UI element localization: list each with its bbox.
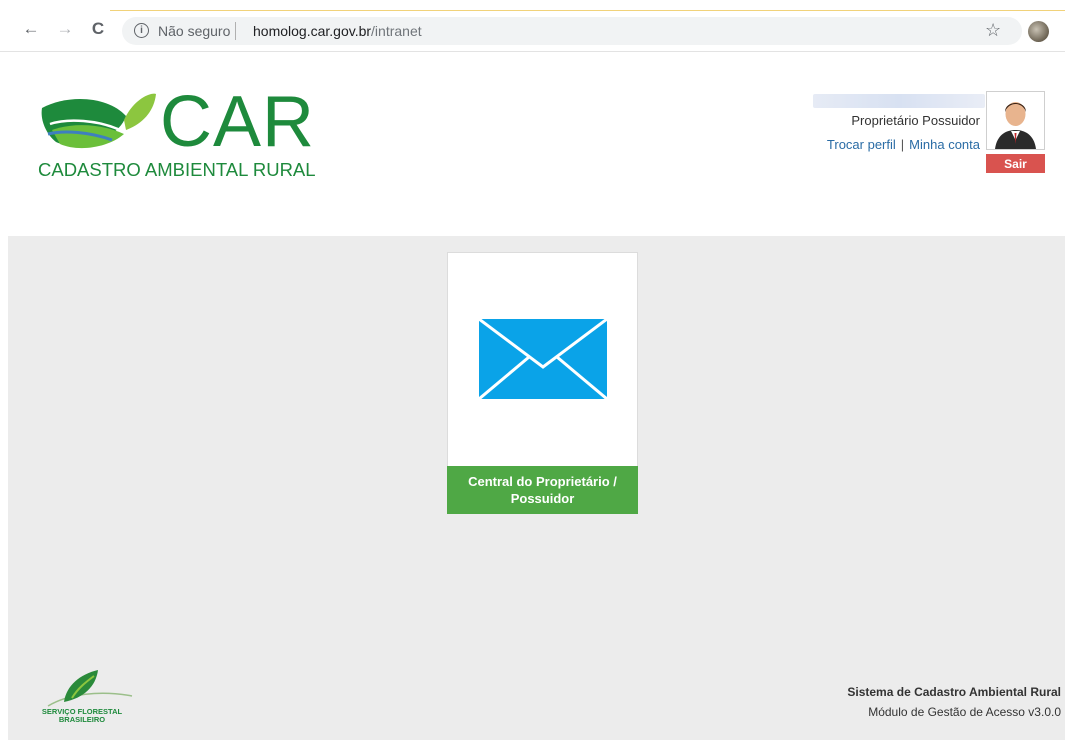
system-name: Sistema de Cadastro Ambiental Rural <box>847 685 1061 699</box>
envelope-icon <box>479 319 607 399</box>
logo-title: CAR <box>160 82 316 162</box>
omnibox-divider <box>235 22 236 40</box>
link-separator: | <box>900 137 905 152</box>
info-icon[interactable]: i <box>134 23 149 38</box>
user-role: Proprietário Possuidor <box>851 113 980 128</box>
logout-button[interactable]: Sair <box>986 154 1045 173</box>
address-bar[interactable]: i Não seguro homolog.car.gov.br/intranet <box>122 17 1022 45</box>
servico-florestal-text: SERVIÇO FLORESTAL BRASILEIRO <box>32 708 132 724</box>
avatar[interactable] <box>986 91 1045 150</box>
system-info: Sistema de Cadastro Ambiental Rural Módu… <box>847 682 1061 722</box>
logo-subtitle: CADASTRO AMBIENTAL RURAL <box>38 159 316 180</box>
card-label[interactable]: Central do Proprietário / Possuidor <box>447 466 638 514</box>
reload-button[interactable]: C <box>87 18 109 40</box>
bookmark-star-icon[interactable]: ☆ <box>985 20 1001 41</box>
browser-toolbar: ← → C i Não seguro homolog.car.gov.br/in… <box>0 0 1065 52</box>
browser-profile-avatar[interactable] <box>1028 21 1049 42</box>
car-logo[interactable]: CAR CADASTRO AMBIENTAL RURAL <box>38 86 318 186</box>
servico-florestal-logo: SERVIÇO FLORESTAL BRASILEIRO <box>28 668 138 732</box>
url-path: /intranet <box>371 23 422 39</box>
servico-florestal-leaf-icon <box>47 670 133 707</box>
tab-strip <box>110 10 1065 11</box>
card-label-line1: Central do Proprietário / <box>468 474 617 489</box>
user-avatar-icon <box>995 102 1036 149</box>
user-links: Trocar perfil | Minha conta <box>827 137 980 152</box>
user-panel: Proprietário Possuidor Trocar perfil | Min… <box>790 90 1050 180</box>
module-version: Módulo de Gestão de Acesso v3.0.0 <box>868 705 1061 719</box>
forward-button[interactable]: → <box>54 18 76 40</box>
my-account-link[interactable]: Minha conta <box>909 137 980 152</box>
url-host: homolog.car.gov.br <box>253 23 372 39</box>
central-proprietario-card[interactable]: Central do Proprietário / Possuidor <box>447 252 638 514</box>
security-label[interactable]: Não seguro <box>158 23 230 39</box>
car-logo-leaf-icon <box>41 93 156 149</box>
user-name-redacted <box>813 94 985 108</box>
main-content: Central do Proprietário / Possuidor SERV… <box>8 236 1065 740</box>
sfb-line2: BRASILEIRO <box>58 715 106 724</box>
url-text[interactable]: homolog.car.gov.br/intranet <box>253 23 422 39</box>
back-button[interactable]: ← <box>20 18 42 40</box>
site-header: CAR CADASTRO AMBIENTAL RURAL Proprietári… <box>0 52 1065 236</box>
switch-profile-link[interactable]: Trocar perfil <box>827 137 896 152</box>
card-label-line2: Possuidor <box>510 491 575 506</box>
